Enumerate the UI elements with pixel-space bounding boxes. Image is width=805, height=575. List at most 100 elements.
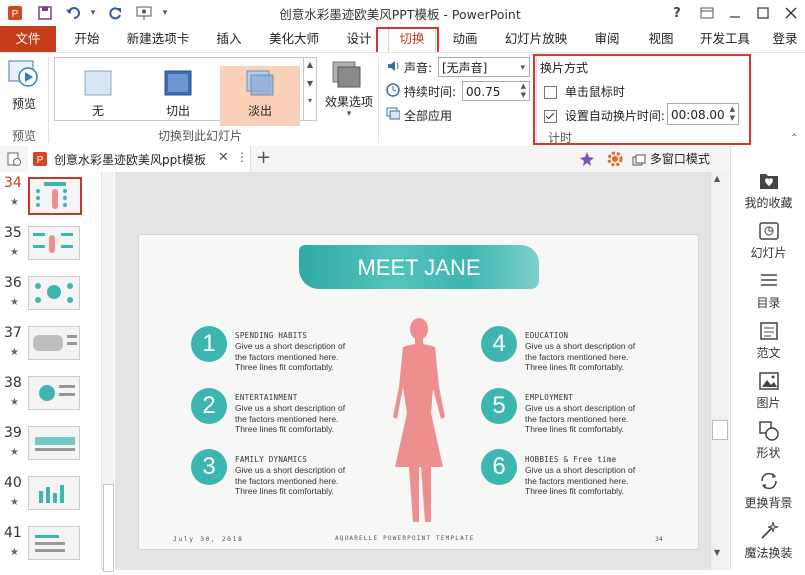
redo-icon[interactable] <box>106 4 124 22</box>
auto-advance-option[interactable]: 设置自动换片时间: <box>544 107 665 124</box>
tab-new-tab[interactable]: 新建选项卡 <box>118 26 198 52</box>
slide-thumbnail-image[interactable] <box>28 376 80 410</box>
item-heading[interactable]: HOBBIES & Free time <box>525 455 617 464</box>
slide-footer-date[interactable]: July 30, 2018 <box>173 535 243 543</box>
sound-select[interactable]: [无声音] ▾ <box>438 57 530 77</box>
slide-thumbnail-image[interactable] <box>28 276 80 310</box>
slide-vertical-scrollbar[interactable]: ▲ ▼ <box>710 172 729 570</box>
tab-view[interactable]: 视图 <box>638 26 684 52</box>
item-heading[interactable]: EMPLOYMENT <box>525 393 573 402</box>
auto-advance-checkbox[interactable] <box>544 110 557 123</box>
help-icon[interactable]: ? <box>668 4 686 22</box>
tab-insert[interactable]: 插入 <box>206 26 252 52</box>
undo-icon[interactable] <box>64 4 86 22</box>
slide-thumbnail[interactable]: 40 ★ <box>0 475 112 525</box>
item-heading[interactable]: SPENDING HABITS <box>235 331 307 340</box>
tab-transitions[interactable]: 切换 <box>388 26 436 53</box>
slide-title[interactable]: MEET JANE <box>299 255 539 281</box>
gallery-scroll[interactable]: ▲ ▼ ▾ <box>304 57 317 121</box>
apply-to-all-button[interactable]: 全部应用 <box>404 107 452 124</box>
multi-window-mode-button[interactable]: 多窗口模式 <box>632 150 710 168</box>
slide-thumbnail-image[interactable] <box>28 426 80 460</box>
tab-beautify-master[interactable]: 美化大师 <box>260 26 328 52</box>
item-description[interactable]: Give us a short description of the facto… <box>525 465 655 497</box>
start-from-beginning-icon[interactable] <box>134 4 154 22</box>
slide-thumbnail[interactable]: 37 ★ <box>0 325 112 375</box>
maximize-icon[interactable] <box>754 4 772 22</box>
slide-thumbnail[interactable]: 41 ★ <box>0 525 112 575</box>
slide-thumbnail[interactable]: 39 ★ <box>0 425 112 475</box>
auto-advance-time-input[interactable]: 00:08.00 ▲ ▼ <box>667 103 739 125</box>
slides-button[interactable]: 幻灯片 <box>731 218 805 268</box>
gallery-up-icon[interactable]: ▲ <box>304 60 316 69</box>
pictures-button[interactable]: 图片 <box>731 368 805 418</box>
slide-thumbnail-pane[interactable]: 34 ★ 35 ★ 36 ★ 37 ★ 38 ★ 39 ★ 40 ★ 41 ★ <box>0 172 115 572</box>
slide-thumbnail[interactable]: 34 ★ <box>0 175 112 225</box>
my-favorites-button[interactable]: 我的收藏 <box>731 168 805 218</box>
tab-file[interactable]: 文件 <box>0 26 56 52</box>
effect-options-button[interactable]: 效果选项 ▾ <box>322 59 374 123</box>
item-description[interactable]: Give us a short description of the facto… <box>525 341 655 373</box>
new-tab-icon[interactable]: + <box>256 147 271 168</box>
item-description[interactable]: Give us a short description of the facto… <box>235 341 365 373</box>
item-description[interactable]: Give us a short description of the facto… <box>235 403 365 435</box>
tab-slide-show[interactable]: 幻灯片放映 <box>496 26 576 52</box>
item-heading[interactable]: ENTERTAINMENT <box>235 393 298 402</box>
slide-footer-number[interactable]: 34 <box>655 535 663 543</box>
item-description[interactable]: Give us a short description of the facto… <box>235 465 365 497</box>
gallery-more-icon[interactable]: ▾ <box>304 96 316 105</box>
slide-thumbnail[interactable]: 36 ★ <box>0 275 112 325</box>
slide-thumbnail-image[interactable] <box>28 177 82 215</box>
collapse-ribbon-icon[interactable]: ⌃ <box>790 133 798 144</box>
tab-review[interactable]: 审阅 <box>584 26 630 52</box>
ribbon-display-options-icon[interactable] <box>698 4 716 22</box>
slide-editing-area[interactable]: MEET JANE 1 SPENDING HABITS Give us a sh… <box>115 172 710 570</box>
tab-developer[interactable]: 开发工具 <box>692 26 758 52</box>
slide-thumbnail-image[interactable] <box>28 326 80 360</box>
shapes-button[interactable]: 形状 <box>731 418 805 468</box>
slide-thumbnail[interactable]: 38 ★ <box>0 375 112 425</box>
slide-thumbnail-image[interactable] <box>28 526 80 560</box>
slide-thumbnail[interactable]: 35 ★ <box>0 225 112 275</box>
preview-button[interactable]: 预览 <box>4 57 44 113</box>
document-tab[interactable]: P 创意水彩墨迹欧美风ppt模板 ✕ ⋮ <box>28 146 251 172</box>
thumbnail-scrollbar[interactable] <box>101 172 114 572</box>
sample-docs-button[interactable]: 范文 <box>731 318 805 368</box>
magic-restyle-button[interactable]: 魔法换装 <box>731 518 805 568</box>
slide-footer-center[interactable]: AQUARELLE POWERPOINT TEMPLATE <box>335 535 475 542</box>
customize-quick-access-icon[interactable]: ▾ <box>160 4 170 22</box>
duration-input[interactable]: 00.75 ▲ ▼ <box>462 81 530 101</box>
current-slide[interactable]: MEET JANE 1 SPENDING HABITS Give us a sh… <box>138 234 699 550</box>
item-heading[interactable]: EDUCATION <box>525 331 568 340</box>
transition-fade[interactable]: 淡出 <box>220 66 300 126</box>
table-of-contents-button[interactable]: 目录 <box>731 268 805 318</box>
scroll-up-icon[interactable]: ▲ <box>714 174 720 183</box>
slide-thumbnail-image[interactable] <box>28 476 80 510</box>
slide-thumbnail-image[interactable] <box>28 226 80 260</box>
thumbnail-scrollbar-thumb[interactable] <box>103 484 114 572</box>
undo-dropdown-icon[interactable]: ▾ <box>88 4 98 22</box>
on-mouse-click-checkbox[interactable] <box>544 86 557 99</box>
item-description[interactable]: Give us a short description of the facto… <box>525 403 655 435</box>
powerpoint-app-icon[interactable]: P <box>6 4 24 22</box>
auto-advance-spinner-icon[interactable]: ▲ ▼ <box>730 105 735 123</box>
transition-none[interactable]: 无 <box>58 66 138 126</box>
tab-animations[interactable]: 动画 <box>442 26 488 52</box>
change-background-button[interactable]: 更换背景 <box>731 468 805 518</box>
duration-spinner-icon[interactable]: ▲ ▼ <box>521 82 526 100</box>
tab-design[interactable]: 设计 <box>336 26 382 52</box>
close-tab-icon[interactable]: ✕ <box>218 150 229 165</box>
tab-home[interactable]: 开始 <box>64 26 110 52</box>
transition-cut[interactable]: 切出 <box>138 66 218 126</box>
document-list-icon[interactable] <box>6 151 22 170</box>
magic-pin-icon[interactable] <box>578 150 596 171</box>
minimize-icon[interactable] <box>726 4 744 22</box>
on-mouse-click-option[interactable]: 单击鼠标时 <box>544 83 625 100</box>
tab-more-icon[interactable]: ⋮ <box>236 150 248 164</box>
scrollbar-thumb[interactable] <box>712 420 728 440</box>
save-icon[interactable] <box>36 4 54 22</box>
item-heading[interactable]: FAMILY DYNAMICS <box>235 455 307 464</box>
settings-gear-icon[interactable] <box>606 150 624 171</box>
close-icon[interactable] <box>782 4 800 22</box>
scroll-down-icon[interactable]: ▼ <box>714 548 720 557</box>
